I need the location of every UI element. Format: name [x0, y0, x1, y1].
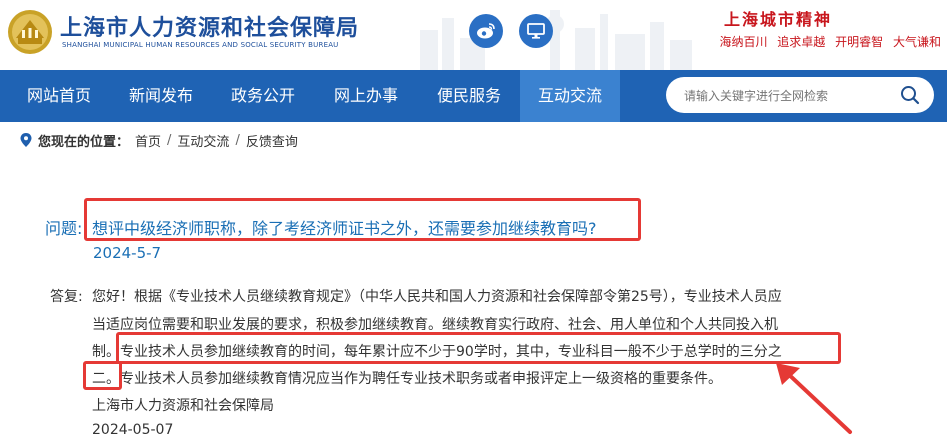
location-pin-icon	[20, 133, 32, 147]
search-box	[666, 77, 934, 113]
site-name-cn[interactable]: 上海市人力资源和社会保障局	[60, 10, 359, 42]
answer-line: 当适应岗位需要和职业发展的要求，积极参加继续教育。继续教育实行政府、社会、用人单…	[92, 317, 778, 333]
slogan: 大气谦和	[892, 35, 941, 49]
search-icon[interactable]	[900, 85, 920, 105]
red-arrow-icon	[776, 363, 852, 434]
breadcrumb: 您现在的位置： 首页 / 互动交流 / 反馈查询	[20, 131, 298, 150]
nav-item-gov-affairs[interactable]: 政务公开	[216, 70, 310, 122]
city-spirit-slogans: 海纳百川 追求卓越 开明睿智 大气谦和	[713, 33, 941, 50]
weibo-button[interactable]	[469, 14, 503, 48]
slogan: 海纳百川	[719, 35, 768, 49]
answer-highlight-box-end	[83, 361, 122, 390]
nav-item-home[interactable]: 网站首页	[12, 70, 106, 122]
main-nav: 网站首页 新闻发布 政务公开 网上办事 便民服务 互动交流	[0, 70, 947, 122]
answer-line: 二。专业技术人员参加继续教育情况应当作为聘任专业技术职务或者申报评定上一级资格的…	[92, 371, 722, 387]
search-input[interactable]	[682, 86, 886, 106]
weibo-icon	[477, 23, 495, 39]
breadcrumb-item-interaction[interactable]: 互动交流	[177, 131, 229, 150]
nav-item-online-services[interactable]: 网上办事	[319, 70, 413, 122]
mobile-site-button[interactable]	[519, 14, 553, 48]
monitor-icon	[527, 23, 545, 39]
site-name-en: SHANGHAI MUNICIPAL HUMAN RESOURCES AND S…	[62, 41, 339, 49]
breadcrumb-item-home[interactable]: 首页	[135, 131, 161, 150]
question-label: 问题:	[45, 219, 83, 238]
question-date: 2024-5-7	[93, 244, 162, 262]
nav-item-public-services[interactable]: 便民服务	[421, 70, 517, 122]
answer-highlight-box	[116, 332, 841, 364]
slogan: 追求卓越	[777, 35, 826, 49]
answer-date: 2024-05-07	[92, 422, 174, 438]
answer-label: 答复:	[50, 289, 83, 305]
bureau-logo[interactable]	[6, 8, 54, 56]
city-spirit-title: 上海城市精神	[723, 10, 832, 29]
breadcrumb-label: 您现在的位置：	[38, 134, 130, 150]
answer-org: 上海市人力资源和社会保障局	[92, 398, 274, 414]
site-header: 上海市人力资源和社会保障局 SHANGHAI MUNICIPAL HUMAN R…	[0, 0, 947, 70]
breadcrumb-item-feedback[interactable]: 反馈查询	[246, 131, 298, 150]
slogan: 开明睿智	[835, 35, 884, 49]
breadcrumb-separator: /	[167, 132, 172, 148]
nav-item-interaction[interactable]: 互动交流	[520, 70, 620, 122]
question-highlight-box	[84, 198, 641, 241]
nav-item-news[interactable]: 新闻发布	[114, 70, 208, 122]
breadcrumb-separator: /	[235, 132, 240, 148]
answer-line: 您好！根据《专业技术人员继续教育规定》（中华人民共和国人力资源和社会保障部令第2…	[92, 289, 782, 305]
